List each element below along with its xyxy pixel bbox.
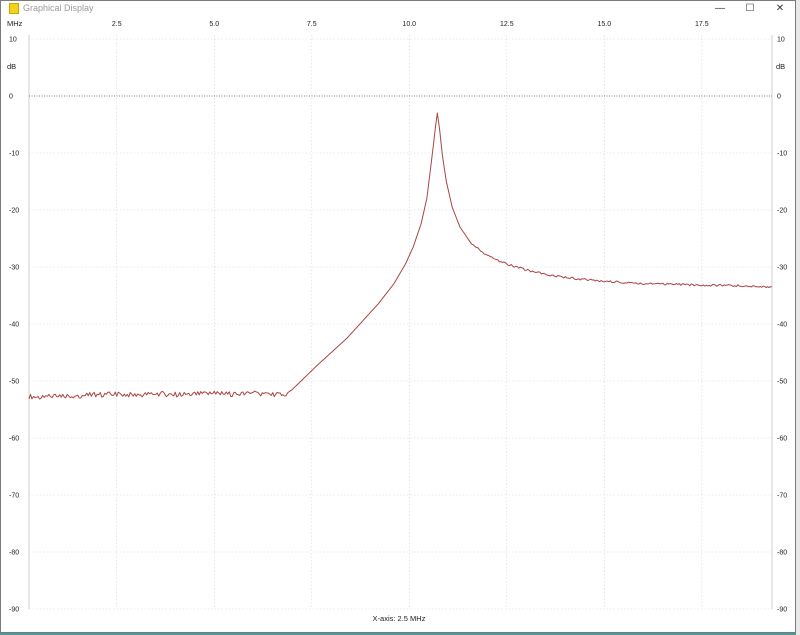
y-tick-label-right: -90 bbox=[777, 607, 787, 614]
graphical-display-window: Graphical Display — ☐ ✕ 2.5 5.0 7.5 10.0 12.… bbox=[0, 0, 796, 633]
y-tick-label-left: -90 bbox=[9, 607, 19, 614]
y-unit-label-left: dB bbox=[7, 62, 16, 71]
series-line bbox=[28, 112, 773, 400]
y-tick-label-right: 0 bbox=[777, 94, 781, 101]
y-tick-label-left: -30 bbox=[9, 265, 19, 272]
x-tick-label: 2.5 bbox=[112, 21, 122, 28]
spectrum-plot: 2.5 5.0 7.5 10.0 12.5 15.0 17.5 10 10 0 0 -10 -10 -20… bbox=[7, 19, 787, 614]
x-tick-label: 17.5 bbox=[695, 21, 709, 28]
y-tick-label-right: 10 bbox=[777, 37, 785, 44]
y-tick-label-right: -40 bbox=[777, 322, 787, 329]
minimize-button[interactable]: — bbox=[705, 1, 735, 17]
y-tick-label-left: -80 bbox=[9, 550, 19, 557]
app-icon bbox=[9, 3, 19, 14]
y-tick-label-left: 10 bbox=[9, 37, 17, 44]
y-tick-label-left: -50 bbox=[9, 379, 19, 386]
y-tick-label-right: -30 bbox=[777, 265, 787, 272]
y-tick-label-left: -20 bbox=[9, 208, 19, 215]
y-tick-label-left: -40 bbox=[9, 322, 19, 329]
x-tick-label: 5.0 bbox=[209, 21, 219, 28]
background-strip bbox=[796, 0, 800, 635]
y-unit-label-right: dB bbox=[776, 62, 785, 71]
window-title: Graphical Display bbox=[23, 3, 94, 13]
x-tick-label: 7.5 bbox=[307, 21, 317, 28]
x-axis-caption: X-axis: 2.5 MHz bbox=[372, 614, 426, 623]
y-tick-label-right: -80 bbox=[777, 550, 787, 557]
maximize-button[interactable]: ☐ bbox=[735, 1, 765, 17]
y-tick-label-right: -50 bbox=[777, 379, 787, 386]
x-tick-label: 10.0 bbox=[402, 21, 416, 28]
x-unit-label: MHz bbox=[7, 19, 23, 28]
x-tick-label: 12.5 bbox=[500, 21, 514, 28]
y-tick-label-right: -20 bbox=[777, 208, 787, 215]
y-tick-label-right: -10 bbox=[777, 151, 787, 158]
close-button[interactable]: ✕ bbox=[765, 1, 795, 17]
x-tick-label: 15.0 bbox=[597, 21, 611, 28]
y-tick-label-left: 0 bbox=[9, 94, 13, 101]
y-tick-label-left: -10 bbox=[9, 151, 19, 158]
title-bar[interactable]: Graphical Display — ☐ ✕ bbox=[1, 1, 795, 17]
y-tick-label-left: -60 bbox=[9, 436, 19, 443]
y-tick-label-right: -70 bbox=[777, 493, 787, 500]
y-tick-label-right: -60 bbox=[777, 436, 787, 443]
y-tick-label-left: -70 bbox=[9, 493, 19, 500]
